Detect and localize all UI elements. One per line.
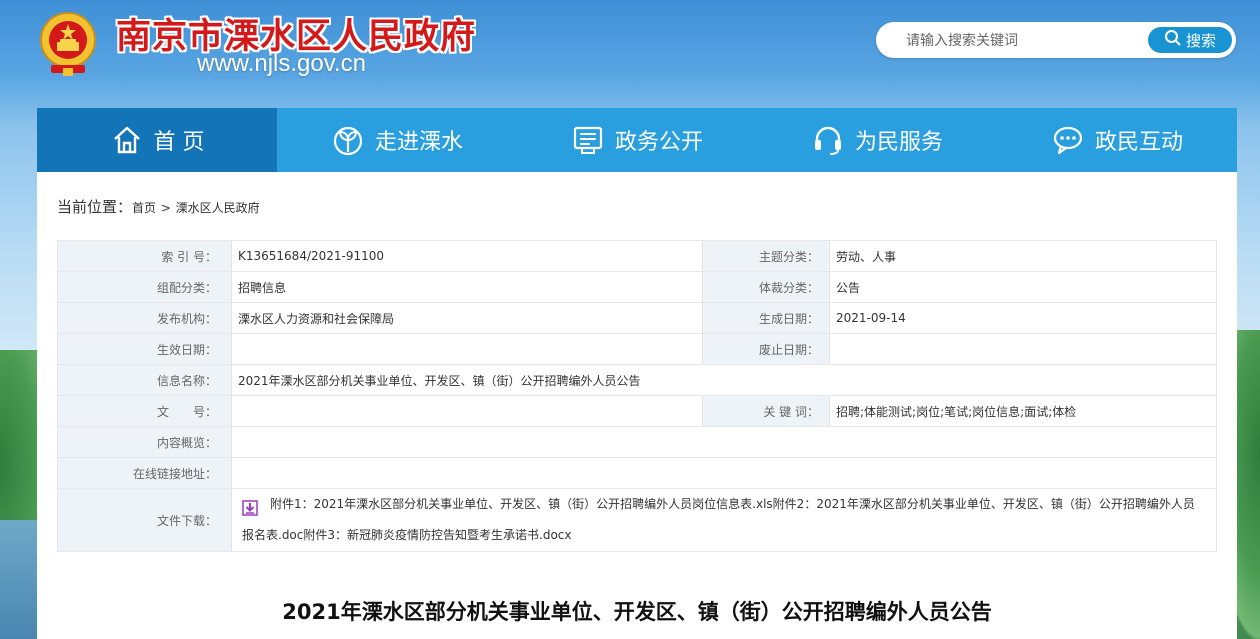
site-url: www.njls.gov.cn	[197, 50, 366, 77]
abolish-date-label: 废止日期：	[702, 333, 830, 365]
main-content: 当前位置：首页 > 溧水区人民政府 索 引 号： K13651684/2021-…	[37, 172, 1237, 639]
table-row: 在线链接地址：	[57, 457, 1217, 489]
effective-date-value	[231, 333, 703, 365]
index-value: K13651684/2021-91100	[231, 240, 703, 272]
search-button-label: 搜索	[1185, 31, 1216, 50]
nav-item-open-government[interactable]: 政务公开	[517, 108, 757, 172]
nav-item-about[interactable]: 走进溧水	[277, 108, 517, 172]
document-icon	[571, 123, 605, 157]
publisher-value: 溧水区人力资源和社会保障局	[231, 302, 703, 334]
document-number-value	[231, 395, 703, 427]
article-title: 2021年溧水区部分机关事业单位、开发区、镇（街）公开招聘编外人员公告	[282, 600, 992, 624]
breadcrumb-separator: >	[160, 201, 171, 215]
effective-date-label: 生效日期：	[57, 333, 232, 365]
breadcrumb: 当前位置：首页 > 溧水区人民政府	[57, 196, 260, 217]
metadata-table: 索 引 号： K13651684/2021-91100 主题分类： 劳动、人事 …	[57, 240, 1217, 552]
table-row: 发布机构： 溧水区人力资源和社会保障局 生成日期： 2021-09-14	[57, 302, 1217, 334]
breadcrumb-prefix: 当前位置：	[57, 198, 133, 216]
org-category-value: 招聘信息	[231, 271, 703, 303]
table-row: 文件下载： 附件1：2021年溧水区部分机关事业单位、开发区、镇（街）公开招聘编…	[57, 488, 1217, 552]
keywords-label: 关 键 词：	[702, 395, 830, 427]
summary-label: 内容概览：	[57, 426, 232, 458]
genre-value: 公告	[829, 271, 1217, 303]
home-icon	[110, 123, 144, 157]
table-row: 索 引 号： K13651684/2021-91100 主题分类： 劳动、人事	[57, 240, 1217, 272]
info-name-label: 信息名称：	[57, 364, 232, 396]
attachment-links[interactable]: 附件1：2021年溧水区部分机关事业单位、开发区、镇（街）公开招聘编外人员岗位信…	[242, 497, 1195, 542]
topic-label: 主题分类：	[702, 240, 830, 272]
download-icon[interactable]	[242, 497, 258, 516]
online-link-value	[231, 457, 1217, 489]
keywords-value: 招聘;体能测试;岗位;笔试;岗位信息;面试;体检	[829, 395, 1217, 427]
nav-item-label: 首 页	[153, 130, 205, 155]
search-icon	[1164, 29, 1182, 51]
info-name-value: 2021年溧水区部分机关事业单位、开发区、镇（街）公开招聘编外人员公告	[231, 364, 1217, 396]
nav-item-label: 走进溧水	[374, 130, 463, 155]
table-row: 生效日期： 废止日期：	[57, 333, 1217, 365]
publisher-label: 发布机构：	[57, 302, 232, 334]
summary-value	[231, 426, 1217, 458]
chat-icon	[1051, 123, 1085, 157]
index-label: 索 引 号：	[57, 240, 232, 272]
document-number-label: 文 号：	[57, 395, 232, 427]
abolish-date-value	[829, 333, 1217, 365]
nav-item-label: 政民互动	[1094, 130, 1183, 155]
nav-item-services[interactable]: 为民服务	[757, 108, 997, 172]
org-category-label: 组配分类：	[57, 271, 232, 303]
file-download-cell: 附件1：2021年溧水区部分机关事业单位、开发区、镇（街）公开招聘编外人员岗位信…	[231, 488, 1217, 552]
main-nav: 首 页 走进溧水 政务公开 为民服务 政民互动	[37, 108, 1237, 172]
site-header: 南京市溧水区人民政府 www.njls.gov.cn 搜索	[0, 0, 1260, 108]
breadcrumb-current-link[interactable]: 溧水区人民政府	[176, 201, 260, 215]
nav-item-label: 为民服务	[854, 130, 943, 155]
created-date-label: 生成日期：	[702, 302, 830, 334]
created-date-value: 2021-09-14	[829, 302, 1217, 334]
sprout-icon	[331, 123, 365, 157]
headset-icon	[811, 123, 845, 157]
table-row: 文 号： 关 键 词： 招聘;体能测试;岗位;笔试;岗位信息;面试;体检	[57, 395, 1217, 427]
nav-item-interaction[interactable]: 政民互动	[997, 108, 1237, 172]
national-emblem-icon	[37, 10, 99, 78]
background-lake-left	[0, 520, 40, 639]
genre-label: 体裁分类：	[702, 271, 830, 303]
table-row: 组配分类： 招聘信息 体裁分类： 公告	[57, 271, 1217, 303]
table-row: 信息名称： 2021年溧水区部分机关事业单位、开发区、镇（街）公开招聘编外人员公…	[57, 364, 1217, 396]
table-row: 内容概览：	[57, 426, 1217, 458]
search-input[interactable]	[904, 28, 1148, 54]
breadcrumb-home-link[interactable]: 首页	[132, 201, 156, 215]
topic-value: 劳动、人事	[829, 240, 1217, 272]
file-download-label: 文件下载：	[57, 488, 232, 552]
search-box: 搜索	[876, 22, 1236, 58]
nav-item-home[interactable]: 首 页	[37, 108, 277, 172]
online-link-label: 在线链接地址：	[57, 457, 232, 489]
search-button[interactable]: 搜索	[1148, 27, 1232, 53]
nav-item-label: 政务公开	[614, 130, 703, 155]
